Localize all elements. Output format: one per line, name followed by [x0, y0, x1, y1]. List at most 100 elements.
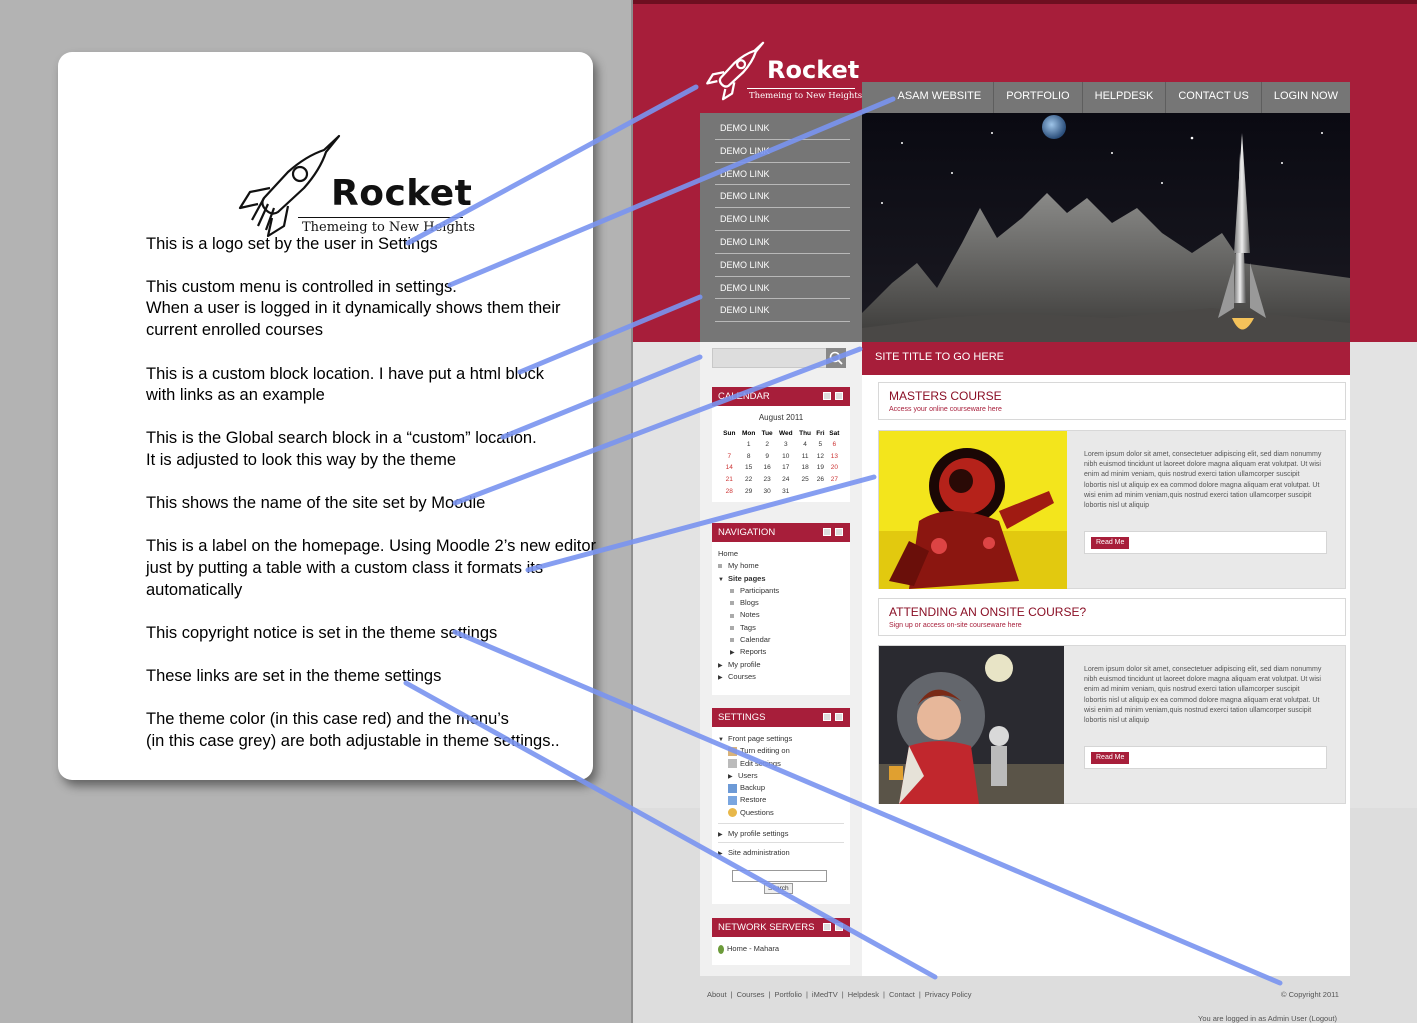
demo-link[interactable]: DEMO LINK	[715, 163, 850, 186]
dock-icon[interactable]	[835, 713, 843, 721]
nav-participants-label: Participants	[740, 585, 780, 595]
calendar-day[interactable]: 15	[739, 462, 759, 474]
read-me-button[interactable]: Read Me	[1091, 752, 1130, 764]
footer-link-contact[interactable]: Contact	[889, 990, 915, 999]
settings-search-input[interactable]	[732, 870, 827, 882]
menu-helpdesk[interactable]: HELPDESK	[1081, 82, 1166, 113]
nav-notes[interactable]: Notes	[718, 609, 850, 621]
nav-home[interactable]: Home	[718, 548, 850, 560]
nav-participants[interactable]: Participants	[718, 585, 850, 597]
calendar-day[interactable]: 4	[796, 439, 814, 451]
read-me-button[interactable]: Read Me	[1091, 537, 1130, 549]
demo-link[interactable]: DEMO LINK	[715, 277, 850, 300]
demo-link[interactable]: DEMO LINK	[715, 185, 850, 209]
calendar-day[interactable]: 11	[796, 451, 814, 463]
calendar-day[interactable]: 26	[814, 474, 827, 486]
nav-reports[interactable]: ▶ Reports	[718, 646, 850, 658]
menu-portfolio[interactable]: PORTFOLIO	[993, 82, 1081, 113]
calendar-day[interactable]: 27	[827, 474, 842, 486]
calendar-day[interactable]: 22	[739, 474, 759, 486]
nav-site-pages[interactable]: ▼ Site pages	[718, 573, 850, 585]
footer-link-courses[interactable]: Courses	[737, 990, 765, 999]
calendar-day[interactable]: 12	[814, 451, 827, 463]
nav-my-home-label: My home	[728, 561, 759, 571]
menu-contact-us[interactable]: CONTACT US	[1165, 82, 1261, 113]
calendar-day[interactable]: 1	[739, 439, 759, 451]
bullet-icon	[730, 625, 734, 630]
demo-link[interactable]: DEMO LINK	[715, 208, 850, 231]
calendar-day[interactable]: 5	[814, 439, 827, 451]
calendar-day[interactable]: 17	[776, 462, 797, 474]
settings-search-button[interactable]: Search	[764, 883, 793, 894]
network-heading: NETWORK SERVERS	[718, 922, 815, 933]
calendar-day[interactable]: 23	[759, 474, 776, 486]
calendar-day[interactable]: 21	[720, 474, 739, 486]
calendar-day[interactable]: 3	[776, 439, 797, 451]
site-logo[interactable]: Rocket Themeing to New Heights	[705, 36, 865, 106]
calendar-day[interactable]	[814, 485, 827, 497]
dock-icon[interactable]	[835, 923, 843, 931]
calendar-day[interactable]: 25	[796, 474, 814, 486]
course-heading-onsite[interactable]: ATTENDING AN ONSITE COURSE? Sign up or a…	[878, 598, 1346, 636]
calendar-day[interactable]: 8	[739, 451, 759, 463]
footer-link-imedtv[interactable]: iMedTV	[812, 990, 838, 999]
calendar-day[interactable]	[827, 485, 842, 497]
settings-backup[interactable]: Backup	[718, 782, 850, 794]
demo-link[interactable]: DEMO LINK	[715, 299, 850, 323]
calendar-day[interactable]	[796, 485, 814, 497]
calendar-day[interactable]: 18	[796, 462, 814, 474]
settings-turn-editing[interactable]: Turn editing on	[718, 745, 850, 757]
calendar-day[interactable]: 31	[776, 485, 797, 497]
settings-site-admin[interactable]: ▶ Site administration	[718, 842, 844, 859]
calendar-day[interactable]: 30	[759, 485, 776, 497]
nav-calendar[interactable]: Calendar	[718, 634, 850, 646]
demo-link[interactable]: DEMO LINK	[715, 254, 850, 277]
calendar-day[interactable]: 9	[759, 451, 776, 463]
nav-tags[interactable]: Tags	[718, 622, 850, 634]
network-item-mahara[interactable]: Home - Mahara	[718, 943, 850, 955]
course-heading-masters[interactable]: MASTERS COURSE Access your online course…	[878, 382, 1346, 420]
footer-link-about[interactable]: About	[707, 990, 727, 999]
settings-edit[interactable]: Edit settings	[718, 758, 850, 770]
footer-link-privacy[interactable]: Privacy Policy	[925, 990, 972, 999]
calendar-day[interactable]: 14	[720, 462, 739, 474]
nav-my-profile[interactable]: ▶ My profile	[718, 659, 850, 671]
dock-icon[interactable]	[835, 528, 843, 536]
logged-in-info[interactable]: You are logged in as Admin User (Logout)	[1198, 1014, 1337, 1023]
calendar-day[interactable]: 16	[759, 462, 776, 474]
calendar-day[interactable]: 7	[720, 451, 739, 463]
footer-link-portfolio[interactable]: Portfolio	[774, 990, 802, 999]
dock-icon[interactable]	[835, 392, 843, 400]
calendar-day[interactable]: 20	[827, 462, 842, 474]
nav-my-home[interactable]: My home	[718, 560, 850, 572]
menu-login-now[interactable]: LOGIN NOW	[1260, 82, 1350, 113]
collapse-icon[interactable]	[823, 392, 831, 400]
footer-link-helpdesk[interactable]: Helpdesk	[848, 990, 879, 999]
demo-link[interactable]: DEMO LINK	[715, 117, 850, 140]
calendar-day[interactable]	[720, 439, 739, 451]
nav-courses[interactable]: ▶ Courses	[718, 671, 850, 683]
network-block-header: NETWORK SERVERS	[712, 918, 850, 937]
calendar-day[interactable]: 28	[720, 485, 739, 497]
collapse-icon[interactable]	[823, 923, 831, 931]
calendar-day[interactable]: 13	[827, 451, 842, 463]
calendar-day[interactable]: 19	[814, 462, 827, 474]
calendar-day[interactable]: 2	[759, 439, 776, 451]
settings-my-profile[interactable]: ▶ My profile settings	[718, 823, 844, 840]
calendar-day[interactable]: 24	[776, 474, 797, 486]
calendar-day[interactable]: 6	[827, 439, 842, 451]
nav-blogs[interactable]: Blogs	[718, 597, 850, 609]
settings-front-page[interactable]: ▼ Front page settings	[718, 733, 850, 745]
collapse-icon[interactable]	[823, 713, 831, 721]
demo-link[interactable]: DEMO LINK	[715, 231, 850, 254]
demo-link[interactable]: DEMO LINK	[715, 140, 850, 163]
collapse-icon[interactable]	[823, 528, 831, 536]
course-body: Lorem ipsum dolor sit amet, consectetuer…	[1084, 451, 1322, 510]
calendar-day[interactable]: 29	[739, 485, 759, 497]
menu-asam-website[interactable]: ASAM WEBSITE	[886, 82, 994, 113]
settings-users[interactable]: ▶ Users	[718, 770, 850, 782]
search-button[interactable]	[826, 348, 846, 368]
calendar-day[interactable]: 10	[776, 451, 797, 463]
settings-restore[interactable]: Restore	[718, 794, 850, 806]
settings-questions[interactable]: Questions	[718, 807, 850, 819]
